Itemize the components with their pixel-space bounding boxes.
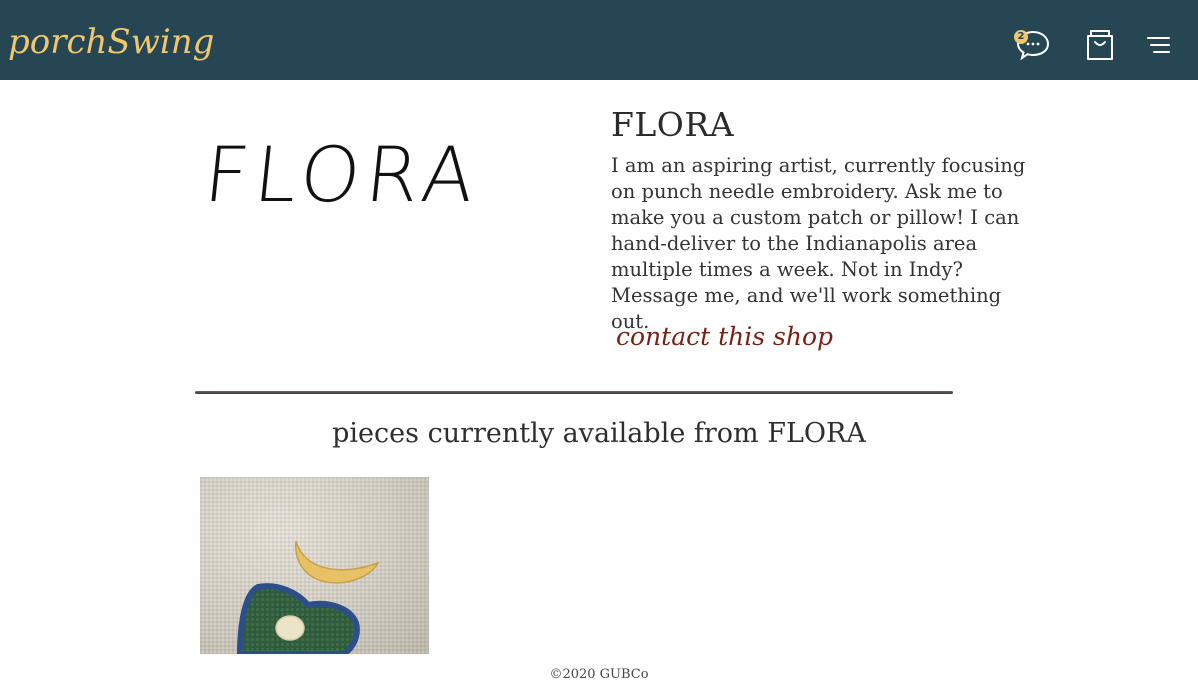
- pieces-heading: pieces currently available from FLORA: [332, 418, 866, 449]
- brand-logo-link[interactable]: porchSwing: [8, 22, 214, 62]
- hamburger-menu-icon: [1147, 37, 1170, 53]
- footer-copyright: ©2020 GUBCo: [549, 667, 649, 682]
- contact-shop-link[interactable]: contact this shop: [616, 320, 833, 354]
- punch-needle-embroidery-photo: [200, 477, 429, 654]
- top-navbar: porchSwing 2: [0, 0, 1198, 80]
- cart-button[interactable]: [1084, 26, 1120, 62]
- message-count-badge: 2: [1014, 30, 1028, 44]
- messages-button[interactable]: 2: [1014, 26, 1050, 62]
- shop-bio: I am an aspiring artist, currently focus…: [611, 154, 1026, 333]
- section-divider: [195, 391, 953, 394]
- product-card[interactable]: [200, 477, 429, 654]
- page: porchSwing 2 FLORA FLORA I am an aspirin…: [0, 0, 1198, 682]
- shopping-bag-icon: [1087, 30, 1113, 60]
- shop-logo: FLORA: [200, 130, 485, 219]
- menu-button[interactable]: [1142, 26, 1178, 62]
- shop-name: FLORA: [611, 105, 735, 144]
